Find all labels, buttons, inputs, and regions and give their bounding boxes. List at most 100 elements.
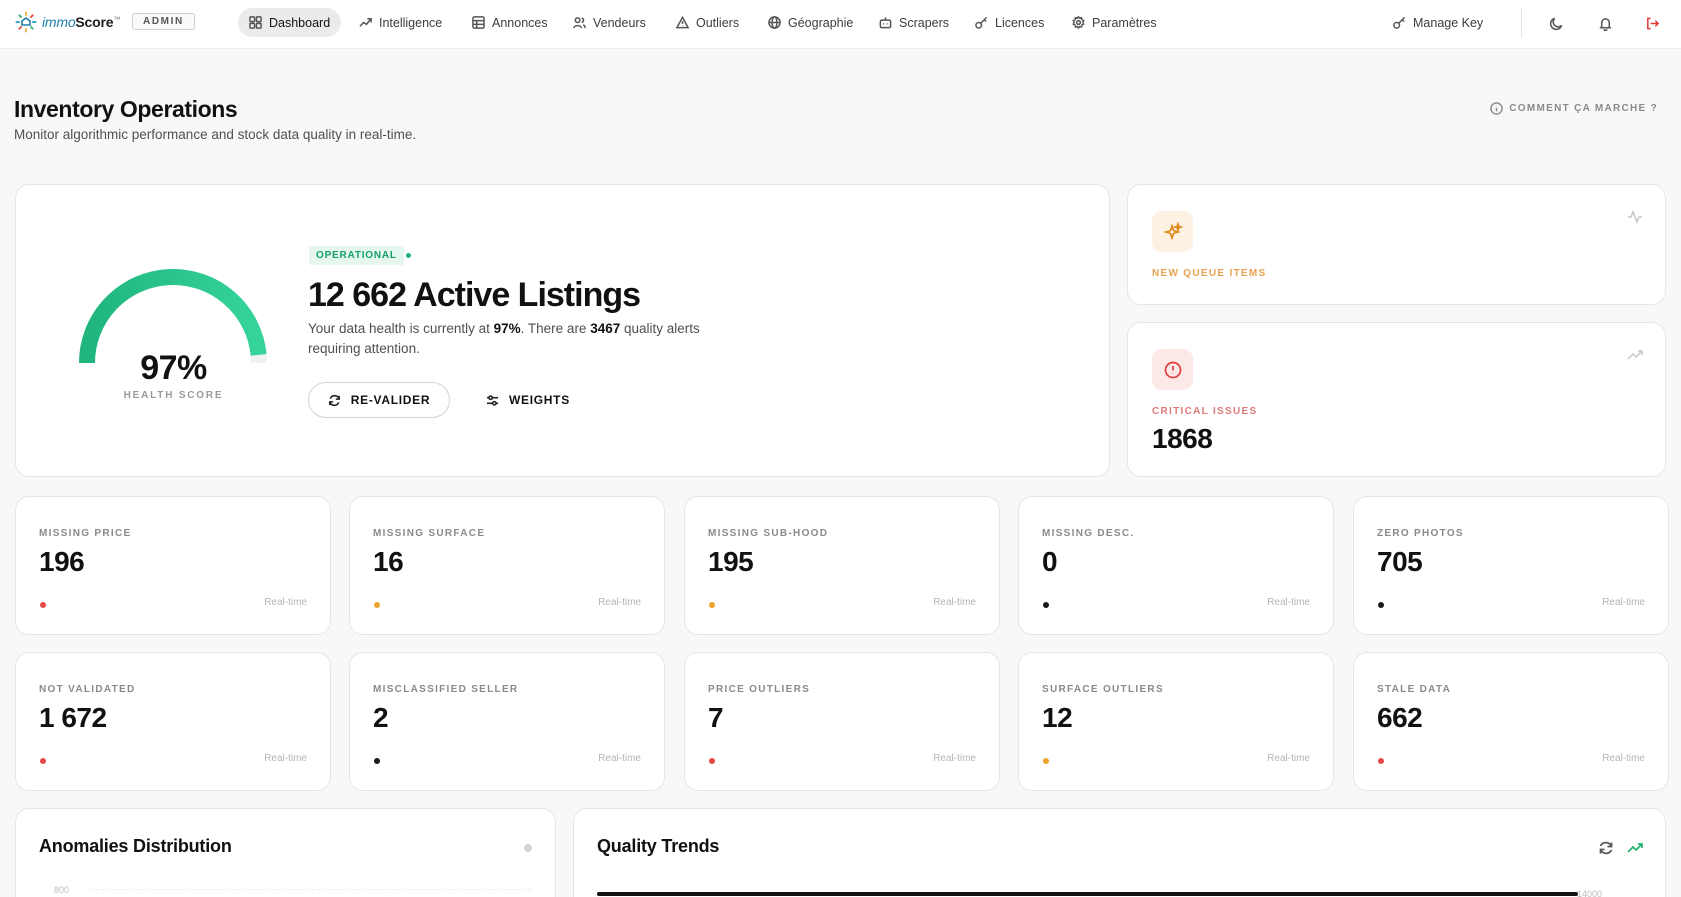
key-icon: [975, 16, 988, 29]
critical-label: CRITICAL ISSUES: [1152, 406, 1258, 417]
nav-item-label: Scrapers: [899, 15, 950, 30]
theme-toggle-button[interactable]: [1545, 12, 1567, 34]
nav-item-intelligence[interactable]: Intelligence: [348, 8, 453, 37]
help-link[interactable]: COMMENT ÇA MARCHE ?: [1490, 102, 1658, 115]
metric-status-dot: [709, 758, 715, 764]
sparkles-icon: [1162, 221, 1183, 241]
health-description: Your data health is currently at 97%. Th…: [308, 321, 700, 356]
nav-item-label: Vendeurs: [593, 15, 646, 30]
metric-label: MISSING SURFACE: [373, 528, 486, 539]
nav-item-annonces[interactable]: Annonces: [461, 8, 559, 37]
globe-icon: [768, 16, 781, 29]
metric-status-dot: [40, 758, 46, 764]
brand-suffix: Score: [75, 14, 114, 30]
refresh-icon: [328, 394, 340, 406]
trend-up-icon[interactable]: [1627, 840, 1643, 856]
metric-value: 195: [708, 546, 754, 577]
metric-label: MISSING DESC.: [1042, 528, 1135, 539]
anomalies-status-dot: [524, 844, 532, 852]
alerts-count: 3467: [590, 321, 621, 336]
metric-label: MISCLASSIFIED SELLER: [373, 684, 519, 695]
help-link-label: COMMENT ÇA MARCHE ?: [1509, 103, 1658, 114]
metric-status-dot: [40, 602, 46, 608]
metric-value: 2: [373, 702, 389, 733]
table-icon: [472, 16, 485, 29]
metric-card[interactable]: NOT VALIDATED 1 672 Real-time: [15, 652, 331, 791]
nav-item-vendeurs[interactable]: Vendeurs: [562, 8, 657, 37]
status-dot: [406, 253, 411, 258]
metric-card[interactable]: SURFACE OUTLIERS 12 Real-time: [1018, 652, 1334, 791]
nav-item-label: Paramètres: [1092, 15, 1157, 30]
metric-footnote: Real-time: [933, 597, 976, 608]
metric-value: 1 672: [39, 702, 107, 733]
anomalies-card: Anomalies Distribution 800: [15, 808, 556, 897]
metric-footnote: Real-time: [264, 597, 307, 608]
metric-card[interactable]: ZERO PHOTOS 705 Real-time: [1353, 496, 1669, 635]
alert-circle-icon: [1164, 361, 1181, 378]
logo-mark-icon: [15, 11, 37, 33]
revalidate-button[interactable]: RE-VALIDER: [308, 382, 450, 418]
logout-icon: [1646, 17, 1659, 29]
critical-value: 1868: [1152, 423, 1213, 454]
health-card: 97% HEALTH SCORE OPERATIONAL 12 662 Acti…: [15, 184, 1110, 477]
metric-value: 662: [1377, 702, 1423, 733]
metric-card[interactable]: MISCLASSIFIED SELLER 2 Real-time: [349, 652, 665, 791]
nav-item-geographie[interactable]: Géographie: [757, 8, 864, 37]
health-score-label: HEALTH SCORE: [123, 390, 224, 401]
queue-label: NEW QUEUE ITEMS: [1152, 268, 1267, 279]
metric-card[interactable]: MISSING PRICE 196 Real-time: [15, 496, 331, 635]
critical-card[interactable]: CRITICAL ISSUES 1868: [1127, 322, 1666, 477]
brand-logo[interactable]: immoScore™: [15, 11, 120, 33]
nav-item-licences[interactable]: Licences: [964, 8, 1055, 37]
anomalies-y-tick: 800: [54, 885, 70, 895]
metric-footnote: Real-time: [598, 597, 641, 608]
trends-card: Quality Trends 14000: [573, 808, 1666, 897]
nav-item-label: Géographie: [788, 15, 854, 30]
health-percent: 97%: [493, 321, 521, 336]
metric-footnote: Real-time: [933, 753, 976, 764]
nav-item-dashboard[interactable]: Dashboard: [238, 8, 342, 37]
metric-card[interactable]: MISSING SUB-HOOD 195 Real-time: [684, 496, 1000, 635]
metric-status-dot: [1378, 758, 1384, 764]
metric-status-dot: [374, 758, 380, 764]
manage-key-label: Manage Key: [1413, 15, 1484, 30]
nav-item-label: Licences: [995, 15, 1045, 30]
metric-card[interactable]: PRICE OUTLIERS 7 Real-time: [684, 652, 1000, 791]
metric-value: 16: [373, 546, 404, 577]
metric-footnote: Real-time: [1267, 597, 1310, 608]
queue-card[interactable]: NEW QUEUE ITEMS: [1127, 184, 1666, 305]
anomalies-gridline: [86, 889, 531, 890]
info-icon: [1490, 102, 1504, 115]
users-icon: [573, 17, 586, 29]
metric-card[interactable]: STALE DATA 662 Real-time: [1353, 652, 1669, 791]
manage-key-button[interactable]: Manage Key: [1382, 8, 1494, 37]
nav-item-parametres[interactable]: Paramètres: [1061, 8, 1168, 37]
active-listings-title: 12 662 Active Listings: [308, 276, 641, 314]
key-icon: [1393, 16, 1406, 29]
metric-label: MISSING SUB-HOOD: [708, 528, 829, 539]
activity-icon: [1628, 209, 1642, 225]
metric-status-dot: [1043, 602, 1049, 608]
metric-label: MISSING PRICE: [39, 528, 132, 539]
metric-card[interactable]: MISSING SURFACE 16 Real-time: [349, 496, 665, 635]
refresh-icon[interactable]: [1598, 840, 1614, 856]
metric-status-dot: [1043, 758, 1049, 764]
metric-value: 196: [39, 546, 85, 577]
nav-item-outliers[interactable]: Outliers: [665, 8, 750, 37]
logout-button[interactable]: [1641, 12, 1663, 34]
metric-status-dot: [709, 602, 715, 608]
metric-footnote: Real-time: [598, 753, 641, 764]
trend-up-icon: [359, 18, 372, 27]
nav-item-label: Intelligence: [379, 15, 443, 30]
nav-item-scrapers[interactable]: Scrapers: [868, 8, 960, 37]
page-title: Inventory Operations: [14, 96, 238, 122]
metric-label: PRICE OUTLIERS: [708, 684, 811, 695]
weights-button[interactable]: WEIGHTS: [486, 382, 570, 418]
sliders-icon: [486, 394, 499, 406]
metric-footnote: Real-time: [1602, 753, 1645, 764]
metric-label: STALE DATA: [1377, 684, 1452, 695]
bell-icon: [1598, 17, 1612, 31]
metric-card[interactable]: MISSING DESC. 0 Real-time: [1018, 496, 1334, 635]
notifications-button[interactable]: [1594, 12, 1616, 34]
revalidate-label: RE-VALIDER: [350, 393, 431, 407]
